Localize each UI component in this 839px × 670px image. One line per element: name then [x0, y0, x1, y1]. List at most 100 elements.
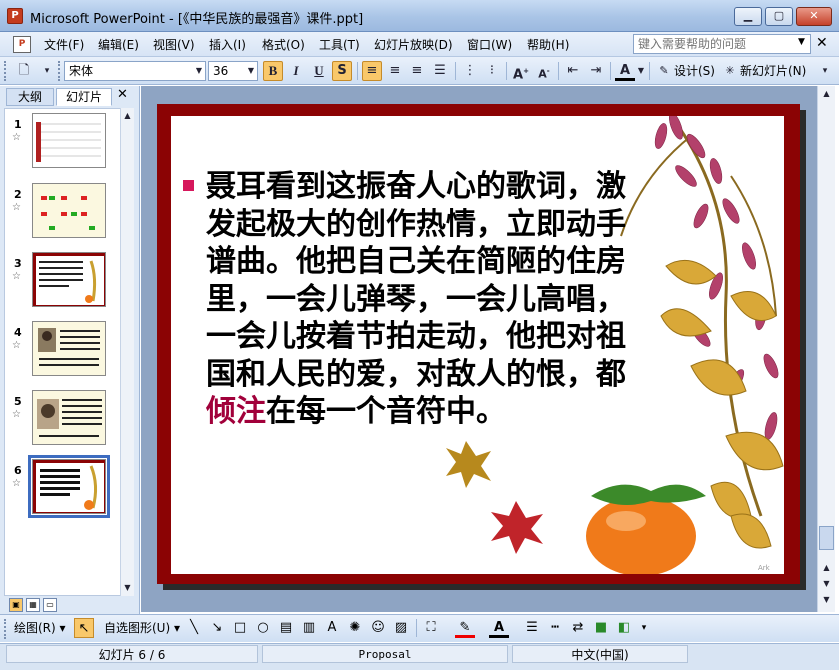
align-left-icon[interactable]: ≡ [362, 61, 382, 81]
dash-style-icon[interactable]: ┅ [545, 618, 565, 638]
fill-color-icon[interactable]: ⛶ [421, 618, 441, 638]
diagram-icon[interactable]: ✺ [345, 618, 365, 638]
language-status: 中文(中国) [512, 645, 688, 663]
scroll-up-icon[interactable]: ▲ [119, 108, 136, 124]
menu-view[interactable]: 视图(V) [153, 36, 195, 54]
autoshapes-label: 自选图形(U) [104, 621, 171, 635]
close-pane-icon[interactable]: ✕ [117, 87, 128, 102]
tab-outline[interactable]: 大纲 [6, 88, 54, 106]
body-text: 聂耳看到这振奋人心的歌词，激发起极大的创作热情，立即动手谱曲。他把自己关在简陋的… [206, 169, 626, 392]
autoshapes-button[interactable]: 自选图形(U) ▾ [104, 619, 180, 637]
menu-window[interactable]: 窗口(W) [467, 36, 512, 54]
menu-slideshow[interactable]: 幻灯片放映(D) [374, 36, 453, 54]
clipart-icon[interactable]: ☺ [368, 618, 388, 638]
toolbar-grip[interactable] [4, 61, 7, 81]
draw-menu-button[interactable]: 绘图(R) ▾ [14, 619, 66, 637]
new-document-icon[interactable]: 🗋 [14, 61, 34, 81]
toolbar-options-icon[interactable]: ▾ [818, 61, 832, 81]
menu-file[interactable]: 文件(F) [44, 36, 84, 54]
formatting-toolbar: 🗋 ▾ 宋体 ▼ 36 ▼ B I U S ≡ ≡ ≡ ☰ ⋮ ⁝ A+ A- ⇤ … [0, 57, 839, 85]
increase-indent-icon[interactable]: ⇥ [586, 61, 606, 81]
toolbar-options-icon[interactable]: ▾ [40, 61, 54, 81]
slide-thumbnail-4[interactable] [32, 321, 106, 376]
numbered-list-icon[interactable]: ⋮ [460, 61, 480, 81]
document-icon[interactable]: P [13, 36, 31, 53]
design-icon: ✎ [659, 64, 669, 77]
chevron-down-icon[interactable]: ▼ [636, 61, 646, 81]
oval-tool-icon[interactable]: ○ [253, 618, 273, 638]
window-title: Microsoft PowerPoint - [《中华民族的最强音》课件.ppt… [30, 12, 364, 27]
increase-font-icon[interactable]: A+ [511, 61, 531, 82]
help-search-input[interactable] [633, 34, 811, 54]
scroll-up-icon[interactable]: ▲ [818, 86, 835, 102]
slide-thumbnail-1[interactable] [32, 113, 106, 168]
insert-picture-icon[interactable]: ▨ [391, 618, 411, 638]
slideshow-view-icon[interactable]: ▭ [43, 598, 57, 612]
maximize-button[interactable]: ▢ [765, 7, 793, 26]
slide-body-text[interactable]: 聂耳看到这振奋人心的歌词，激发起极大的创作热情，立即动手谱曲。他把自己关在简陋的… [206, 168, 636, 431]
decrease-font-icon[interactable]: A- [534, 61, 554, 81]
watermark: Ark [758, 564, 770, 572]
menu-insert[interactable]: 插入(I) [209, 36, 246, 54]
decrease-indent-icon[interactable]: ⇤ [563, 61, 583, 81]
help-dropdown-icon[interactable]: ▼ [798, 37, 805, 47]
slide-number: 5 [14, 395, 22, 408]
scroll-thumb[interactable] [819, 526, 834, 550]
line-color-icon[interactable]: ✎ [455, 618, 475, 638]
textbox-tool-icon[interactable]: ▤ [276, 618, 296, 638]
toolbar-separator [506, 62, 507, 80]
align-right-icon[interactable]: ≡ [407, 61, 427, 81]
thumbnail-scrollbar[interactable]: ▲ ▼ [120, 108, 134, 596]
shadow-style-icon[interactable]: ■ [591, 618, 611, 638]
toolbar-grip[interactable] [4, 619, 7, 639]
arrow-style-icon[interactable]: ⇄ [568, 618, 588, 638]
slide-thumbnail-5[interactable] [32, 390, 106, 445]
italic-button[interactable]: I [286, 61, 306, 81]
vertical-textbox-icon[interactable]: ▥ [299, 618, 319, 638]
line-style-icon[interactable]: ☰ [522, 618, 542, 638]
slide-thumbnail-3[interactable] [32, 252, 106, 307]
wordart-icon[interactable]: A [322, 618, 342, 638]
design-button[interactable]: 设计(S) [674, 61, 715, 81]
close-document-icon[interactable]: ✕ [816, 35, 828, 51]
rectangle-tool-icon[interactable]: □ [230, 618, 250, 638]
select-pointer-icon[interactable]: ↖ [74, 618, 94, 638]
line-tool-icon[interactable]: ╲ [184, 618, 204, 638]
arrow-tool-icon[interactable]: ↘ [207, 618, 227, 638]
shadow-button[interactable]: S [332, 61, 352, 81]
scroll-down-icon[interactable]: ▼ [818, 592, 835, 608]
slide-thumbnail-6[interactable] [28, 455, 110, 518]
font-color-icon[interactable]: A [489, 618, 509, 638]
bullet-list-icon[interactable]: ⁝ [482, 61, 502, 81]
next-slide-icon[interactable]: ▼ [818, 576, 835, 592]
new-slide-icon: ✳ [725, 64, 735, 77]
bold-button[interactable]: B [263, 61, 283, 81]
font-color-icon[interactable]: A [615, 61, 635, 81]
slide-thumbnail-2[interactable] [32, 183, 106, 238]
slide-scrollbar[interactable]: ▲ ▲ ▼ ▼ [817, 86, 835, 612]
normal-view-icon[interactable]: ▣ [9, 598, 23, 612]
menu-format[interactable]: 格式(O) [262, 36, 305, 54]
scroll-down-icon[interactable]: ▼ [119, 580, 136, 596]
slide-position-status: 幻灯片 6 / 6 [6, 645, 258, 663]
underline-button[interactable]: U [309, 61, 329, 81]
previous-slide-icon[interactable]: ▲ [818, 560, 835, 576]
menu-edit[interactable]: 编辑(E) [98, 36, 139, 54]
menu-help[interactable]: 帮助(H) [527, 36, 569, 54]
toolbar-grip[interactable] [58, 61, 61, 81]
new-slide-button[interactable]: 新幻灯片(N) [740, 61, 806, 81]
close-window-button[interactable]: ✕ [796, 7, 832, 26]
menu-tools[interactable]: 工具(T) [319, 36, 360, 54]
toolbar-options-icon[interactable]: ▾ [638, 618, 650, 638]
thumbnail-content [33, 184, 105, 237]
justify-icon[interactable]: ☰ [430, 61, 450, 81]
tab-slides[interactable]: 幻灯片 [56, 88, 112, 106]
toolbar-separator [649, 62, 650, 80]
font-name-select[interactable]: 宋体 ▼ [64, 61, 206, 81]
minimize-button[interactable]: ▁ [734, 7, 762, 26]
font-size-select[interactable]: 36 ▼ [208, 61, 258, 81]
3d-style-icon[interactable]: ◧ [614, 618, 634, 638]
chevron-down-icon: ▼ [247, 66, 254, 75]
slide-sorter-view-icon[interactable]: ▦ [26, 598, 40, 612]
align-center-icon[interactable]: ≡ [385, 61, 405, 81]
